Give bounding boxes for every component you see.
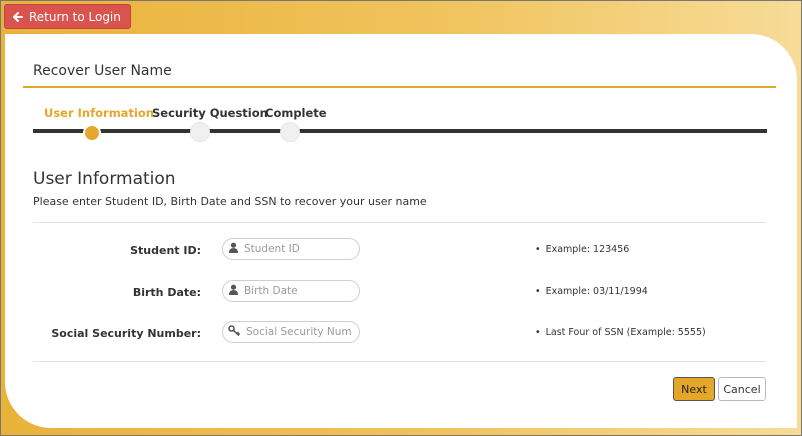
step-marker-complete [280,122,300,142]
key-icon [228,323,241,341]
step-user-information: User Information [44,106,154,120]
step-complete: Complete [265,106,327,120]
student-id-label: Student ID: [130,244,201,257]
user-icon [228,282,239,300]
divider-bottom [33,361,766,362]
student-id-input[interactable] [244,243,349,255]
cancel-button[interactable]: Cancel [718,377,766,401]
birth-date-field[interactable] [222,280,360,302]
ssn-hint: Last Four of SSN (Example: 5555) [535,327,706,338]
birth-date-hint: Example: 03/11/1994 [535,286,648,297]
step-marker-security-question [190,122,210,142]
section-description: Please enter Student ID, Birth Date and … [33,195,427,208]
next-button[interactable]: Next [673,377,715,401]
page-title: Recover User Name [33,63,172,79]
ssn-label: Social Security Number: [51,327,201,340]
title-underline [23,86,776,88]
ssn-input[interactable] [246,326,351,338]
user-icon [228,240,239,258]
birth-date-label: Birth Date: [132,286,201,299]
step-marker-active [83,124,101,142]
ssn-field[interactable] [222,321,360,343]
recover-card: Recover User Name User Information Secur… [5,34,797,428]
student-id-field[interactable] [222,238,360,260]
return-to-login-label: Return to Login [29,9,121,24]
step-security-question: Security Question [152,106,268,120]
birth-date-input[interactable] [244,285,349,297]
return-to-login-button[interactable]: Return to Login [4,4,131,29]
section-title: User Information [33,169,176,189]
progress-track [33,129,767,133]
divider-top [33,222,766,223]
arrow-left-icon [13,11,23,22]
student-id-hint: Example: 123456 [535,244,630,255]
